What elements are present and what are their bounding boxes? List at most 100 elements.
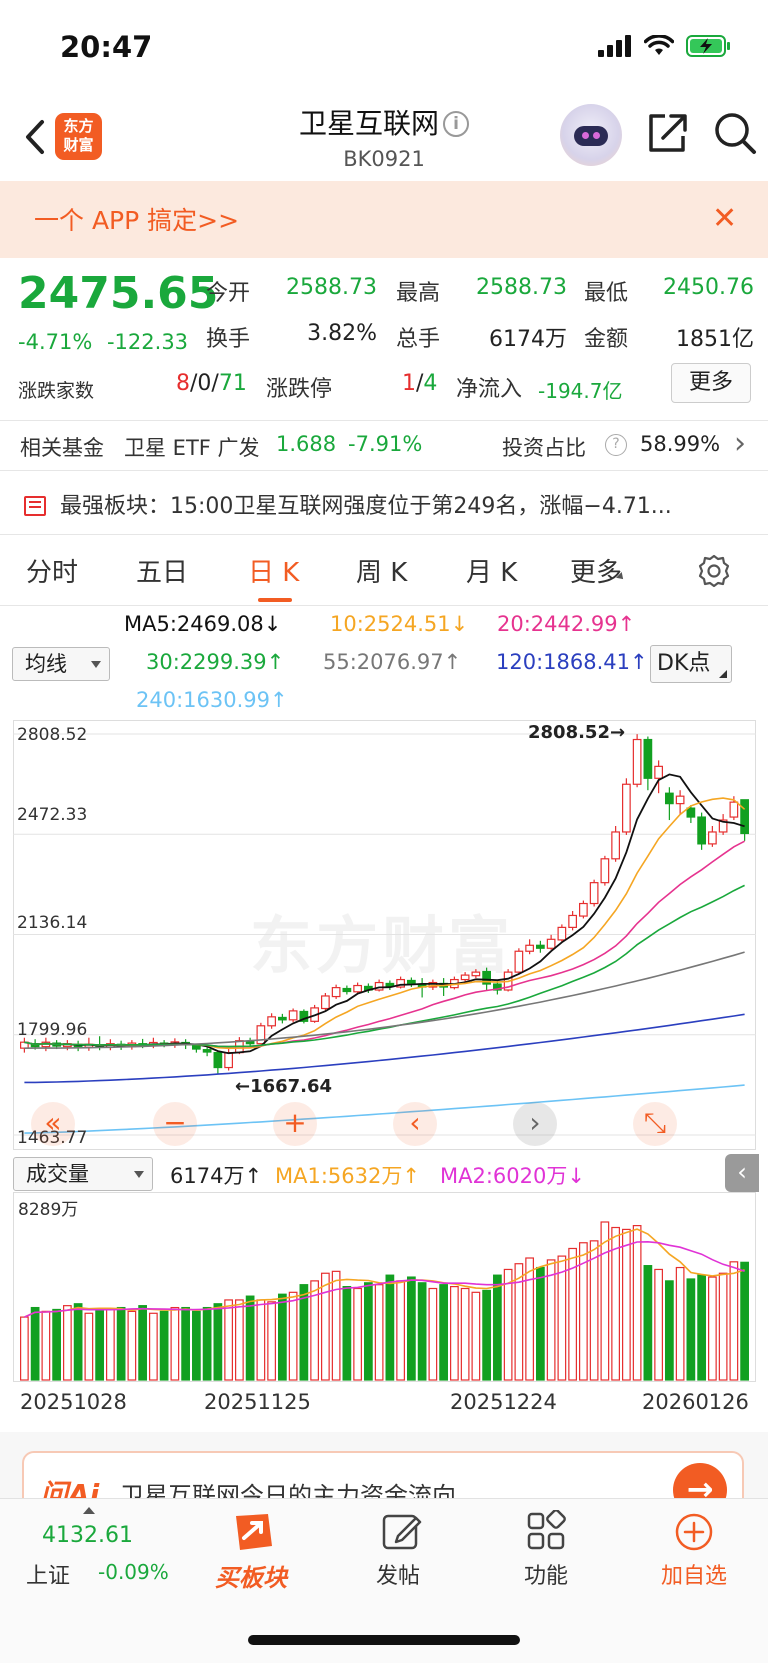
volume-bar <box>84 1312 94 1381</box>
change-percent: -4.71% <box>18 330 93 354</box>
functions-grid-icon[interactable] <box>525 1510 569 1554</box>
volume-bar <box>127 1310 137 1381</box>
volume-bar <box>106 1308 115 1381</box>
volume-bar <box>471 1291 481 1381</box>
volume-bar <box>708 1276 717 1381</box>
volume-bar <box>353 1287 362 1381</box>
candle-body <box>654 765 663 779</box>
volume-bar <box>95 1308 104 1381</box>
strongest-sector-row[interactable]: 最强板块：15:00卫星互联网强度位于第249名，涨幅−4.71... <box>24 488 672 520</box>
nav-add-watchlist[interactable]: 加自选 <box>634 1558 754 1590</box>
expand-up-icon[interactable] <box>83 1507 95 1514</box>
candle-body <box>460 974 470 981</box>
limit-down: 4 <box>423 371 438 396</box>
candle-body <box>622 783 631 833</box>
tab-0[interactable]: 分时 <box>26 552 78 589</box>
volume-bar <box>385 1274 395 1381</box>
fullscreen-icon[interactable]: ⤡ <box>633 1102 677 1146</box>
scroll-left-icon[interactable]: « <box>31 1102 75 1146</box>
price-axis-label: 2808.52 <box>17 725 88 745</box>
volume-bar <box>63 1305 72 1381</box>
nav-functions[interactable]: 功能 <box>486 1558 606 1590</box>
more-button[interactable]: 更多 <box>671 363 751 403</box>
share-icon[interactable] <box>645 110 689 156</box>
search-icon[interactable] <box>712 110 758 156</box>
ma5-line <box>24 773 745 1055</box>
index-name[interactable]: 上证 <box>26 1558 70 1590</box>
prev-icon[interactable]: ‹ <box>393 1102 437 1146</box>
volume-selector[interactable]: 成交量 <box>13 1157 153 1191</box>
breadth-values: 8/0/71 <box>176 371 247 396</box>
volume-bar <box>192 1310 201 1381</box>
limit-label: 涨跌停 <box>266 377 333 402</box>
high-annotation: 2808.52→ <box>528 722 626 743</box>
next-icon[interactable]: › <box>513 1102 557 1146</box>
ma-selector[interactable]: 均线 <box>12 647 110 681</box>
add-watchlist-icon[interactable] <box>672 1510 716 1554</box>
index-change[interactable]: -0.09% <box>98 1560 169 1584</box>
volume-bar <box>364 1282 373 1381</box>
candle-body <box>568 914 577 928</box>
robot-eye-right-icon <box>593 132 600 139</box>
candle-body <box>288 1010 298 1021</box>
page-title: 卫星互联网 <box>298 107 439 140</box>
breadth-sep2: / <box>211 371 219 396</box>
tab-4[interactable]: 月 K <box>466 552 517 589</box>
zoom-in-icon[interactable]: + <box>273 1102 317 1146</box>
dk-points-button[interactable]: DK点 <box>650 645 732 683</box>
volume-bar <box>417 1282 427 1381</box>
info-icon[interactable]: i <box>443 111 469 137</box>
nav-buy-sector[interactable]: 买板块 <box>191 1558 311 1593</box>
close-icon[interactable]: ✕ <box>712 204 737 234</box>
chevron-right-icon[interactable]: › <box>734 426 746 461</box>
candle-body <box>579 902 588 917</box>
volume-bar <box>331 1270 341 1381</box>
settings-gear-icon[interactable] <box>696 553 732 589</box>
buy-sector-icon[interactable] <box>228 1510 278 1556</box>
nav-post[interactable]: 发帖 <box>338 1558 458 1590</box>
candle-body <box>471 971 481 977</box>
compose-icon[interactable] <box>380 1510 424 1554</box>
breadth-down: 71 <box>218 371 247 396</box>
tab-5[interactable]: 更多 <box>570 552 622 589</box>
tab-1[interactable]: 五日 <box>136 552 188 589</box>
kline-plot[interactable] <box>13 720 756 1150</box>
candle-body <box>643 738 653 779</box>
stat-label: 金额 <box>584 327 629 352</box>
ma120-value: 120:1868.41↑ <box>496 650 648 674</box>
stat-value: 2588.73 <box>286 275 377 300</box>
zoom-out-icon[interactable]: − <box>153 1102 197 1146</box>
fund-name[interactable]: 卫星 ETF 广发 <box>124 432 260 462</box>
volume-axis-top: 8289万 <box>18 1200 79 1220</box>
volume-bar <box>654 1268 663 1381</box>
home-indicator[interactable] <box>248 1635 520 1645</box>
volume-bar <box>428 1287 438 1381</box>
collapse-handle-icon[interactable]: ‹ <box>725 1154 759 1192</box>
tab-3[interactable]: 周 K <box>356 552 407 589</box>
corner-triangle-icon <box>719 670 727 678</box>
volume-bar <box>622 1228 631 1381</box>
volume-bar <box>245 1295 255 1381</box>
current-price: 2475.65 <box>18 268 219 319</box>
candle-body <box>202 1049 212 1053</box>
price-axis-label: 2472.33 <box>17 805 88 825</box>
volume-bar <box>288 1291 298 1381</box>
stat-value: 6174万 <box>489 327 567 352</box>
candle-body <box>665 792 674 805</box>
help-icon[interactable]: ? <box>605 434 627 456</box>
volume-bar <box>493 1274 502 1381</box>
tab-2[interactable]: 日 K <box>248 552 299 589</box>
price-axis-label: 1799.96 <box>17 1020 88 1040</box>
wifi-icon <box>644 35 674 55</box>
volume-bar <box>439 1284 448 1381</box>
volume-bar <box>213 1303 223 1381</box>
limit-up: 1 <box>402 371 416 396</box>
stat-label: 最高 <box>396 281 441 306</box>
strongest-sector-text: 最强板块：15:00卫星互联网强度位于第249名，涨幅−4.71... <box>60 494 672 519</box>
volume-bar <box>697 1274 706 1381</box>
candle-body <box>342 987 352 993</box>
ai-assistant-avatar-icon[interactable] <box>560 104 622 166</box>
index-value[interactable]: 4132.61 <box>42 1523 133 1548</box>
promo-banner-text[interactable]: 一个 APP 搞定>> <box>34 201 239 237</box>
ma55-value: 55:2076.97↑ <box>323 650 462 674</box>
